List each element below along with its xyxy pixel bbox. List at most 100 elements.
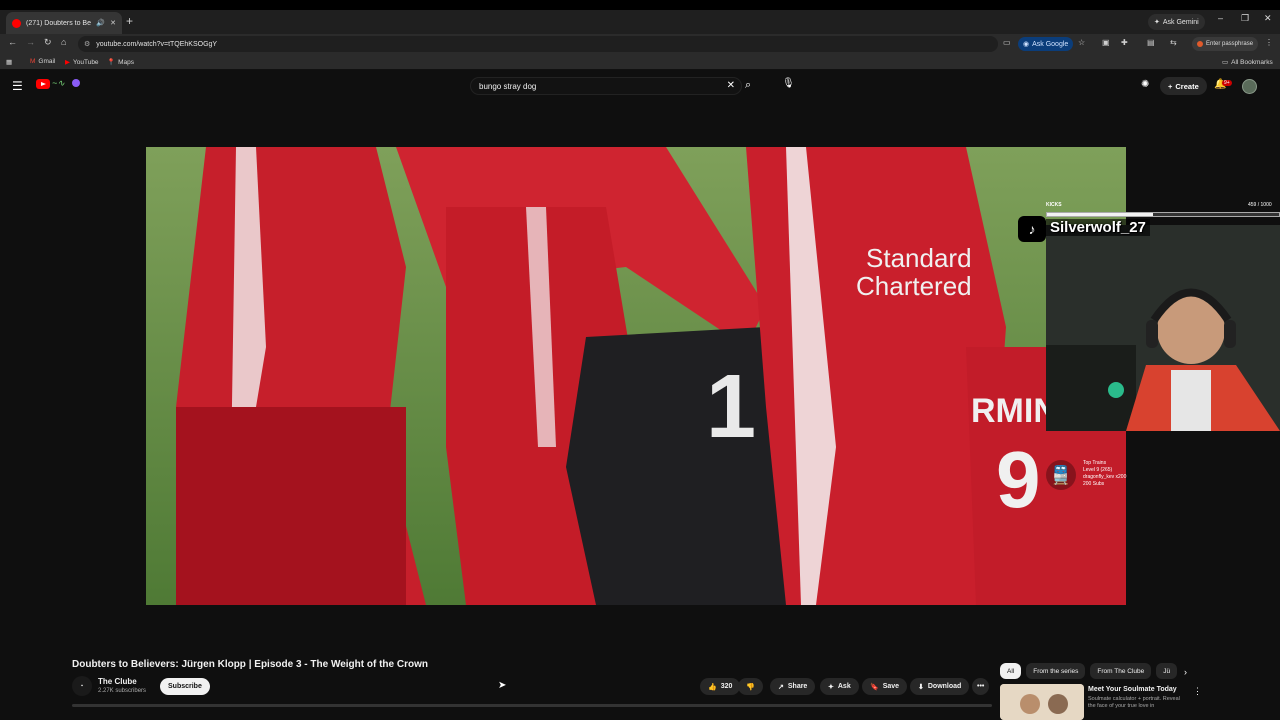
cast-icon[interactable]: ⇆: [1170, 38, 1177, 47]
sparkle-icon: ✦: [828, 683, 834, 691]
mouse-cursor-icon: ➤: [498, 680, 507, 691]
youtube-icon: ▶: [65, 59, 70, 66]
svg-text:Standard: Standard: [866, 243, 972, 273]
browser-menu-icon[interactable]: ⋮: [1265, 38, 1273, 47]
svg-text:1: 1: [706, 357, 756, 457]
hamburger-menu-icon[interactable]: ☰: [12, 79, 23, 93]
url-text: youtube.com/watch?v=tTQEhKSOGgY: [96, 40, 218, 48]
filter-chips: All From the series From The Clube Jü: [1000, 663, 1178, 679]
browser-tab-active[interactable]: (271) Doubters to Believers: 🔊 ✕: [6, 12, 122, 34]
reload-icon[interactable]: ↻: [44, 37, 52, 48]
url-field[interactable]: ⚙ youtube.com/watch?v=tTQEhKSOGgY: [78, 36, 998, 52]
search-icon[interactable]: ⌕: [745, 79, 751, 92]
create-label: Create: [1175, 81, 1199, 91]
save-label: Save: [882, 683, 900, 690]
ask-google-label: Ask Google: [1032, 40, 1069, 48]
tab-title: (271) Doubters to Believers:: [26, 19, 91, 27]
apps-grid-icon[interactable]: ▦: [6, 58, 12, 66]
bookmark-youtube[interactable]: ▶ YouTube: [65, 58, 99, 67]
more-vertical-icon[interactable]: ⋮: [1193, 686, 1202, 697]
extension-icon[interactable]: ▣: [1102, 38, 1110, 47]
top-trains-panel: Top Trains Level 9 (265) dragonfly_kev x…: [1083, 460, 1126, 488]
ask-gemini-button[interactable]: ✦ Ask Gemini: [1148, 14, 1205, 30]
share-label: Share: [787, 683, 808, 690]
kicks-progress-fill: [1047, 213, 1154, 216]
tiktok-icon: ♪: [1018, 216, 1046, 242]
youtube-doodle-logo[interactable]: ~∿: [52, 78, 65, 89]
share-arrow-icon: ↗: [778, 683, 784, 691]
trains-line: Top Trains: [1083, 460, 1107, 466]
clear-search-icon[interactable]: ✕: [727, 80, 735, 91]
maps-pin-icon: 📍: [107, 59, 116, 66]
like-count: 320: [720, 683, 733, 690]
bookmark-maps[interactable]: 📍 Maps: [107, 58, 134, 67]
download-button[interactable]: ⬇ Download: [910, 678, 970, 695]
bookmark-label: YouTube: [73, 58, 99, 66]
browser-addressbar: ← → ↻ ⌂ ⚙ youtube.com/watch?v=tTQEhKSOGg…: [0, 34, 1280, 54]
recommended-thumbnail[interactable]: [1000, 684, 1084, 720]
save-button[interactable]: 🔖 Save: [862, 678, 908, 695]
close-window-icon[interactable]: ✕: [1264, 13, 1272, 24]
sparkle-icon: ✦: [1154, 19, 1160, 26]
youtube-logo[interactable]: [36, 79, 50, 89]
more-actions-button[interactable]: •••: [972, 678, 990, 695]
sidepanel-icon[interactable]: ▤: [1147, 38, 1155, 47]
ask-label: Ask: [837, 683, 851, 690]
forward-icon[interactable]: →: [26, 37, 35, 47]
passphrase-label: Enter passphrase: [1206, 41, 1254, 47]
channel-name[interactable]: The Clube: [98, 677, 137, 686]
channel-avatar[interactable]: ▪: [72, 676, 92, 696]
chip-all[interactable]: All: [1000, 663, 1022, 679]
webcam-image: [1046, 225, 1280, 431]
bookmark-gmail[interactable]: M Gmail: [30, 58, 55, 65]
passphrase-button[interactable]: Enter passphrase: [1192, 37, 1259, 51]
kicks-progress-bar: [1046, 212, 1280, 217]
chip-from-channel[interactable]: From The Clube: [1090, 663, 1152, 679]
speaker-icon[interactable]: 🔊: [96, 19, 105, 27]
recommended-title[interactable]: Meet Your Soulmate Today: [1088, 686, 1177, 693]
video-frame-image: 1 Standard Chartered RMIN 9: [146, 147, 1126, 605]
chevron-right-icon[interactable]: ›: [1184, 667, 1187, 677]
video-player[interactable]: 1 Standard Chartered RMIN 9: [146, 147, 1126, 605]
restore-icon[interactable]: ❐: [1241, 13, 1249, 24]
subscriber-count: 2.27K subscribers: [98, 688, 147, 694]
all-bookmarks-label: All Bookmarks: [1231, 58, 1273, 66]
plus-icon: +: [1168, 81, 1173, 91]
youtube-favicon-icon: [12, 18, 21, 28]
ask-google-button[interactable]: ◉ Ask Google: [1018, 37, 1074, 51]
close-tab-icon[interactable]: ✕: [110, 19, 116, 27]
account-avatar[interactable]: [1242, 79, 1257, 94]
dislike-button[interactable]: 👎: [738, 678, 763, 695]
sparkle-tools-icon[interactable]: ✺: [1141, 79, 1149, 90]
ask-button[interactable]: ✦ Ask: [820, 678, 859, 695]
install-app-icon[interactable]: ▭: [1003, 38, 1011, 47]
bookmark-star-icon[interactable]: ☆: [1078, 38, 1085, 47]
download-label: Download: [927, 683, 962, 690]
like-button[interactable]: 👍 320: [700, 678, 741, 695]
share-button[interactable]: ↗ Share: [770, 678, 816, 695]
new-tab-icon[interactable]: +: [126, 14, 133, 28]
back-icon[interactable]: ←: [8, 37, 17, 47]
all-bookmarks[interactable]: ▭ All Bookmarks: [1222, 58, 1273, 67]
train-icon: 🚆: [1046, 460, 1076, 490]
trains-line: Level 9 (265): [1083, 467, 1113, 473]
minimize-icon[interactable]: –: [1218, 13, 1223, 23]
subscribe-button[interactable]: Subscribe: [160, 678, 210, 695]
kicks-label: KICKS: [1046, 202, 1062, 208]
streamer-username: Silverwolf_27: [1046, 219, 1150, 236]
site-info-icon[interactable]: ⚙: [84, 40, 90, 48]
search-input[interactable]: bungo stray dog ✕: [470, 77, 742, 95]
svg-text:RMIN: RMIN: [971, 392, 1058, 430]
chip-from-series[interactable]: From the series: [1026, 663, 1086, 679]
thumbnail-image: [1000, 684, 1084, 720]
home-icon[interactable]: ⌂: [61, 37, 66, 47]
folder-icon: ▭: [1222, 59, 1229, 66]
browser-tabbar: (271) Doubters to Believers: 🔊 ✕ + ✦ Ask…: [0, 0, 1280, 34]
microphone-icon[interactable]: 🎙: [782, 78, 795, 89]
horizontal-scrollbar[interactable]: [72, 704, 992, 707]
chip-truncated[interactable]: Jü: [1156, 663, 1178, 679]
gmail-icon: M: [30, 58, 36, 65]
bookmark-label: Gmail: [38, 58, 56, 65]
puzzle-icon[interactable]: ✚: [1121, 38, 1128, 47]
create-button[interactable]: + Create: [1160, 77, 1207, 95]
